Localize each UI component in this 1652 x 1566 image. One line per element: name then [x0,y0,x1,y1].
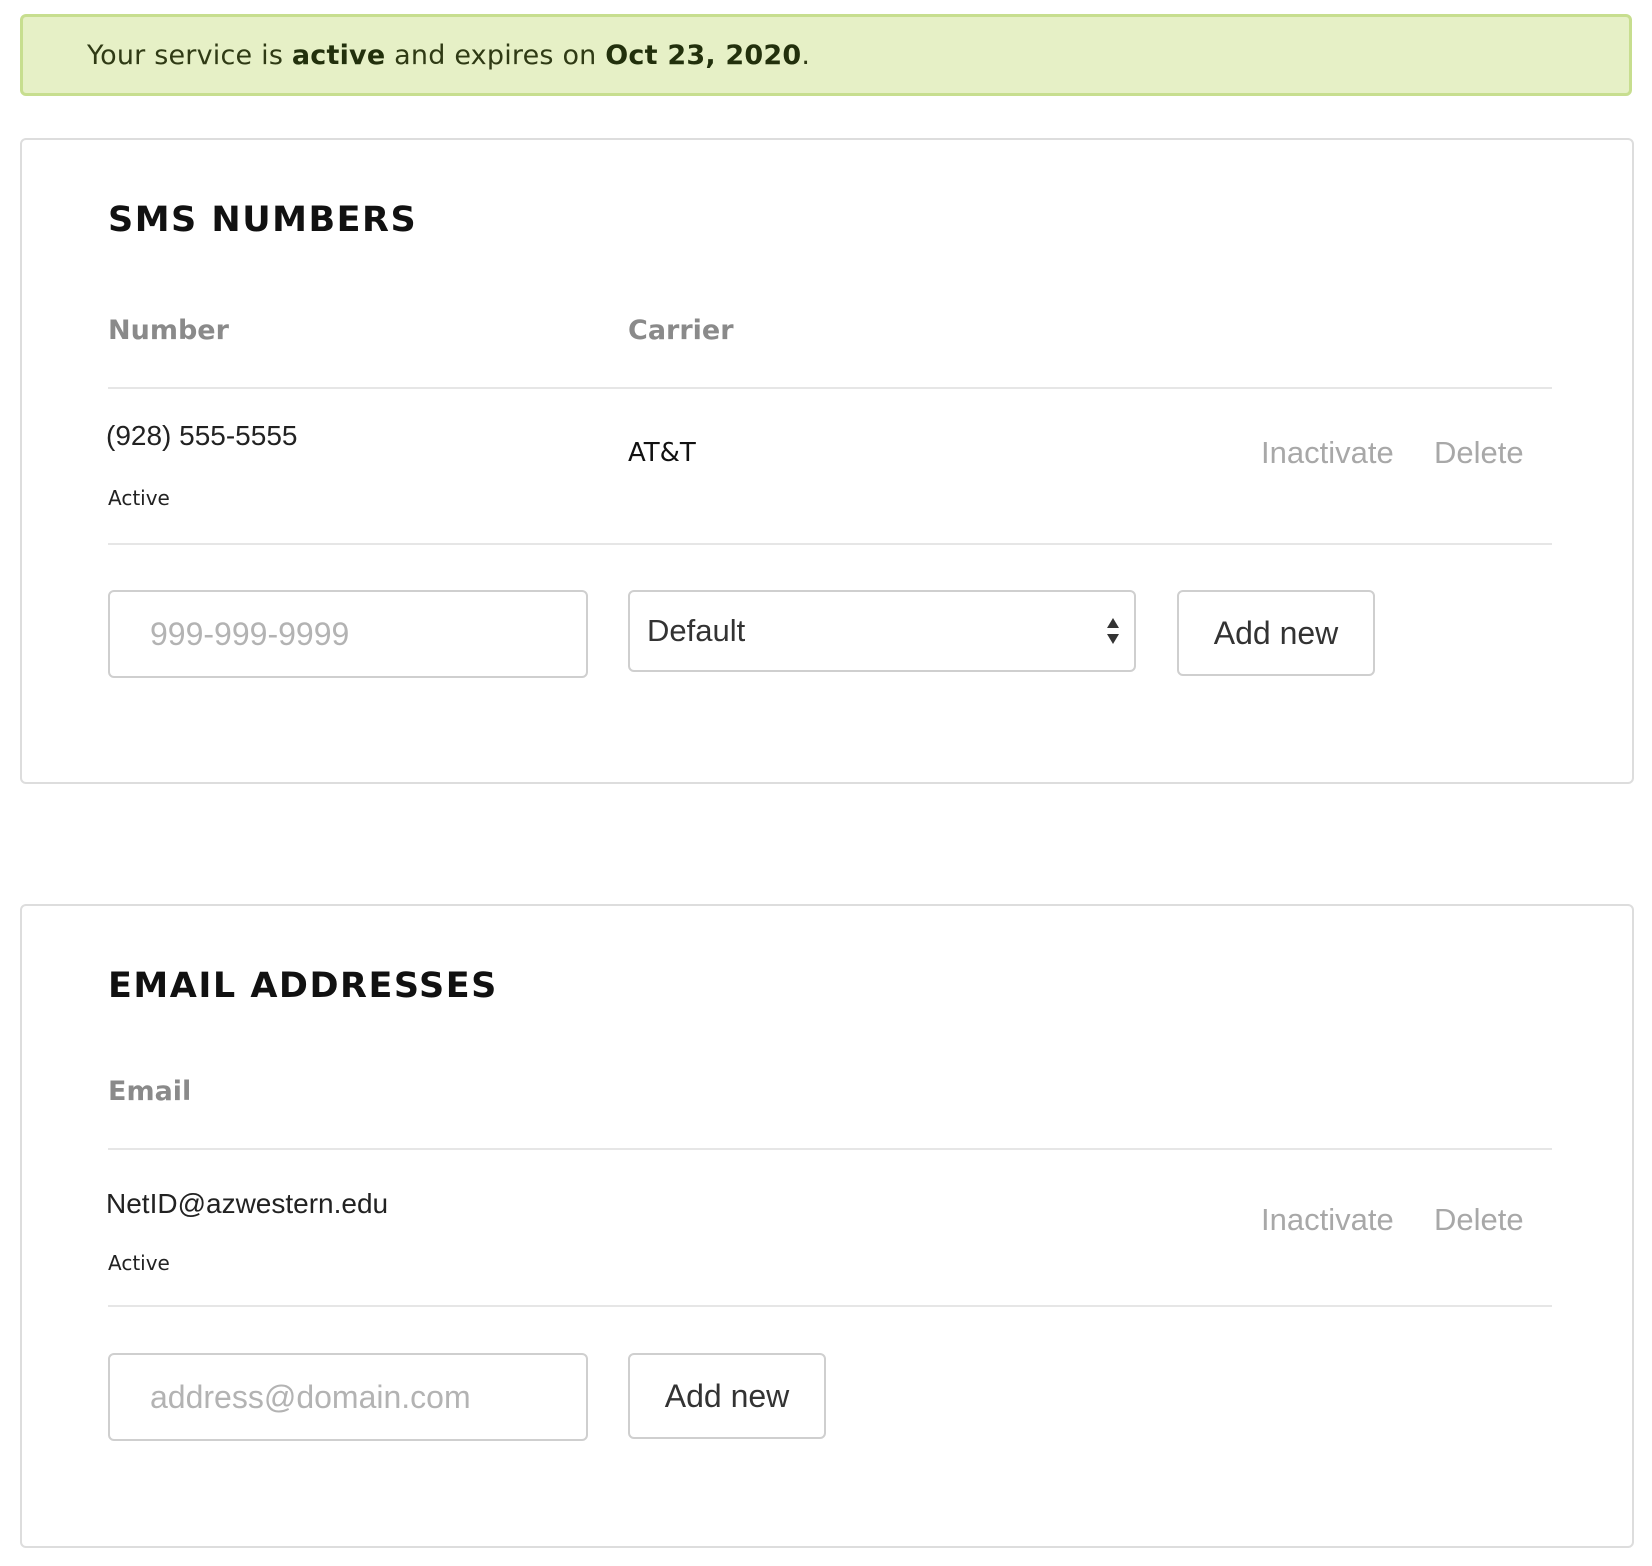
email-delete-link[interactable]: Delete [1434,1202,1524,1238]
add-email-button[interactable]: Add new [628,1353,826,1439]
sms-carrier-value: AT&T [628,438,696,468]
expiration-date: Oct 23, 2020 [605,39,802,71]
carrier-column-header: Carrier [628,315,734,346]
email-column-header: Email [108,1076,192,1107]
header-divider [108,387,1552,389]
service-status-banner: Your service is active and expires on Oc… [20,14,1632,96]
sms-number-value: (928) 555-5555 [106,420,298,451]
new-email-input[interactable] [108,1353,588,1441]
select-arrows-icon [1107,618,1119,644]
email-inactivate-link[interactable]: Inactivate [1261,1202,1394,1238]
email-section-title: EMAIL ADDRESSES [108,966,498,1006]
banner-text-suffix: . [801,39,811,71]
sms-number-status: Active [108,486,170,510]
header-divider [108,1148,1552,1150]
banner-text-middle: and expires on [385,39,606,71]
add-sms-number-button[interactable]: Add new [1177,590,1375,676]
number-column-header: Number [108,315,229,346]
email-addresses-card: EMAIL ADDRESSES Email NetID@azwestern.ed… [20,904,1634,1548]
row-divider [108,543,1552,545]
email-address-value: NetID@azwestern.edu [106,1188,389,1219]
sms-inactivate-link[interactable]: Inactivate [1261,435,1394,471]
carrier-select-value: Default [647,613,746,648]
new-sms-number-input[interactable] [108,590,588,678]
sms-section-title: SMS NUMBERS [108,200,418,240]
carrier-select[interactable]: Default [628,590,1136,672]
email-address-status: Active [108,1251,170,1275]
sms-delete-link[interactable]: Delete [1434,435,1524,471]
service-status: active [291,39,386,71]
sms-numbers-card: SMS NUMBERS Number Carrier (928) 555-555… [20,138,1634,784]
row-divider [108,1305,1552,1307]
banner-text-prefix: Your service is [87,39,292,71]
